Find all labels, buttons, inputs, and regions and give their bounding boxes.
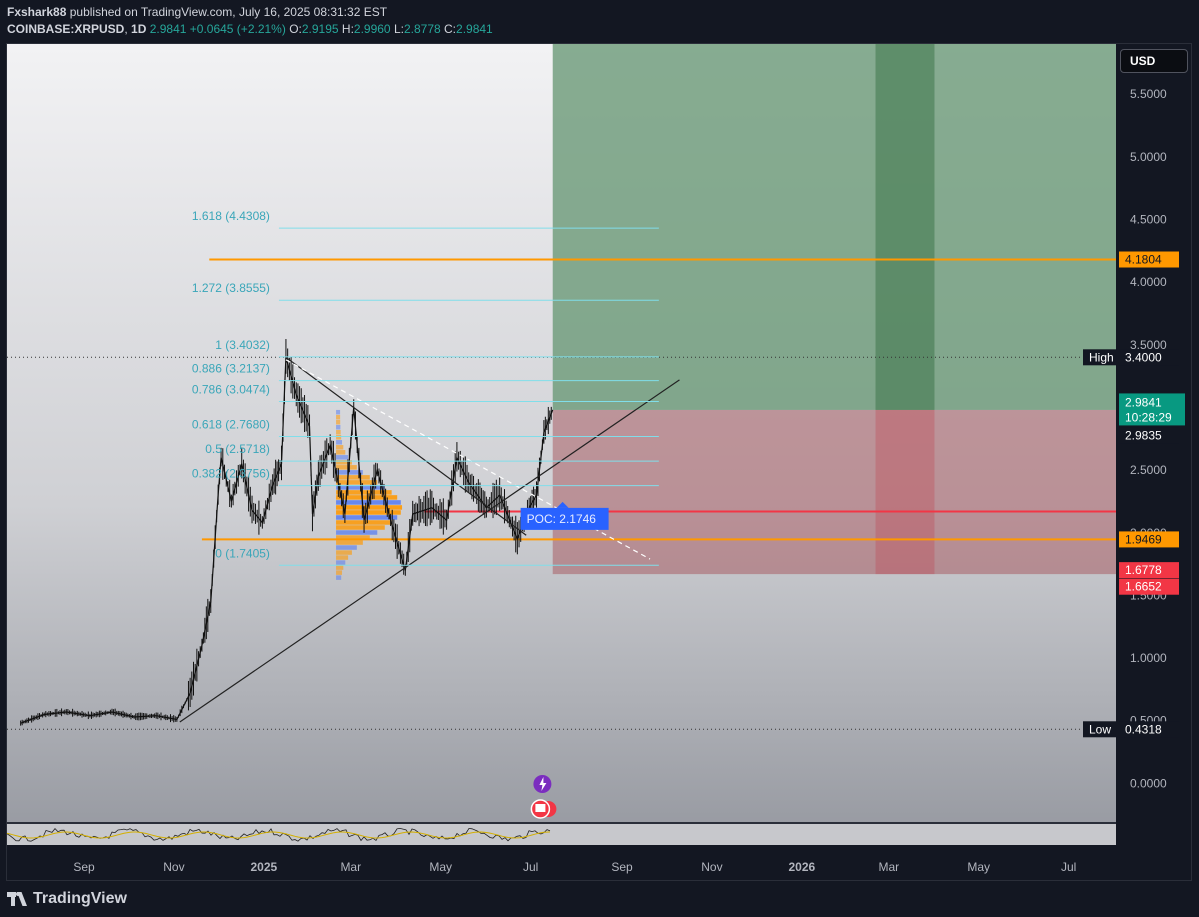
- price-tag-text: 1.6778: [1125, 563, 1162, 577]
- time-tick-label: 2025: [250, 860, 277, 874]
- volume-profile-bar: [336, 535, 370, 540]
- volume-profile-bar: [336, 419, 341, 425]
- volume-profile-bar: [336, 560, 346, 565]
- chart-frame[interactable]: POC: 2.1746 1.618 (4.4308) 1.272 (3.8555)…: [6, 43, 1192, 881]
- low-value-text: 0.4318: [1125, 722, 1162, 736]
- price-tick-label: 1.0000: [1130, 651, 1167, 665]
- fib-level-label: 0.5 (2.5718): [205, 442, 270, 456]
- time-tick-label: Jul: [1061, 860, 1076, 874]
- price-tick-label: 5.0000: [1130, 150, 1167, 164]
- price-tick-label: 2.5000: [1130, 463, 1167, 477]
- volume-profile-bar: [336, 435, 342, 440]
- high-label: H:: [341, 22, 354, 36]
- author-name[interactable]: Fxshark88: [7, 5, 66, 19]
- price-tag-text: 1.6652: [1125, 580, 1162, 594]
- low-label: L:: [393, 22, 404, 36]
- volume-profile-bar: [336, 550, 352, 555]
- price-tick-label: 4.0000: [1130, 275, 1167, 289]
- brand-name[interactable]: TradingView: [33, 890, 127, 908]
- fib-level-label: 1.618 (4.4308): [192, 209, 270, 223]
- volume-profile-bar: [336, 530, 378, 535]
- time-tick-label: Sep: [73, 860, 95, 874]
- open-value: 2.9195: [301, 22, 339, 36]
- price-chart[interactable]: POC: 2.1746 1.618 (4.4308) 1.272 (3.8555)…: [7, 44, 1192, 881]
- high-value-text: 3.4000: [1125, 350, 1162, 364]
- volume-profile-bar: [336, 440, 343, 445]
- currency-button[interactable]: USD: [1120, 49, 1188, 73]
- tradingview-logo-icon: [7, 892, 27, 906]
- close-value: 2.9841: [456, 22, 493, 36]
- interval: 1D: [131, 22, 147, 36]
- profit-zone[interactable]: [552, 44, 1116, 410]
- highlight-window-stop: [875, 409, 935, 575]
- price-tick-label: 4.5000: [1130, 212, 1167, 226]
- fib-level-label: 0.786 (3.0474): [192, 382, 270, 396]
- volume-profile-bar: [336, 525, 385, 530]
- volume-profile-bar: [336, 409, 341, 415]
- volume-profile-bar: [336, 465, 357, 470]
- time-tick-label: Mar: [340, 860, 361, 874]
- symbol-name[interactable]: COINBASE:XRPUSD: [7, 22, 124, 36]
- price-tick-label: 0.0000: [1130, 776, 1167, 790]
- countdown-text: 10:28:29: [1125, 410, 1172, 424]
- volume-profile-bar: [336, 555, 349, 560]
- time-tick-label: Nov: [701, 860, 722, 874]
- fib-level-label: 0.886 (3.2137): [192, 362, 270, 376]
- price-tag-text: 1.9469: [1125, 532, 1162, 546]
- tradingview-chart-screenshot: Fxshark88 published on TradingView.com, …: [0, 0, 1199, 917]
- volume-profile-bar: [336, 455, 349, 460]
- low-label-text: Low: [1089, 722, 1111, 736]
- fib-level-label: 1.272 (3.8555): [192, 281, 270, 295]
- time-scale-background: [7, 845, 1191, 880]
- fib-level-label: 1 (3.4032): [215, 338, 270, 352]
- time-tick-label: Jul: [523, 860, 538, 874]
- volume-profile-bar: [336, 495, 398, 500]
- price-change: +0.0645 (+2.21%): [189, 22, 286, 36]
- ohlc-legend: COINBASE:XRPUSD, 1D 2.9841 +0.0645 (+2.2…: [7, 22, 493, 36]
- fib-level-label: 0 (1.7405): [215, 546, 270, 560]
- fib-level-label: 0.382 (2.3756): [192, 467, 270, 481]
- volume-profile-bar: [336, 540, 363, 545]
- time-tick-label: Mar: [878, 860, 899, 874]
- open-label: O:: [289, 22, 302, 36]
- oscillator-pane: [7, 823, 1116, 845]
- high-label-text: High: [1089, 350, 1114, 364]
- publish-text: published on TradingView.com, July 16, 2…: [69, 5, 388, 19]
- high-value: 2.9960: [353, 22, 391, 36]
- volume-profile-bar: [336, 575, 342, 580]
- volume-profile-bar: [336, 565, 344, 570]
- volume-profile-bar: [336, 424, 341, 430]
- publish-info: Fxshark88 published on TradingView.com, …: [7, 5, 387, 19]
- volume-profile-bar: [336, 545, 357, 550]
- price-tag-text: 4.1804: [1125, 253, 1162, 267]
- time-tick-label: May: [429, 860, 452, 874]
- last-price: 2.9841: [149, 22, 187, 36]
- volume-profile-bar: [336, 450, 346, 455]
- tradingview-footer: TradingView: [7, 889, 127, 909]
- current-price-text: 2.9841: [1125, 395, 1162, 409]
- volume-profile-bar: [336, 429, 341, 435]
- highlight-window-profit: [875, 44, 935, 410]
- volume-profile-bar: [336, 414, 341, 420]
- fib-level-label: 0.618 (2.7680): [192, 418, 270, 432]
- volume-profile-bar: [336, 480, 378, 485]
- price-tag-text: 2.9835: [1125, 429, 1162, 443]
- time-tick-label: Nov: [163, 860, 184, 874]
- low-value: 2.8778: [403, 22, 441, 36]
- time-tick-label: 2026: [788, 860, 815, 874]
- time-tick-label: May: [967, 860, 990, 874]
- volume-profile-bar: [336, 445, 344, 450]
- close-label: C:: [444, 22, 457, 36]
- stop-zone[interactable]: [552, 409, 1116, 575]
- volume-profile-bar: [336, 475, 370, 480]
- flag-stripes-icon: [535, 804, 546, 812]
- price-tick-label: 5.5000: [1130, 87, 1167, 101]
- poc-label-text: POC: 2.1746: [527, 512, 597, 526]
- time-tick-label: Sep: [611, 860, 633, 874]
- volume-profile-bar: [336, 570, 343, 575]
